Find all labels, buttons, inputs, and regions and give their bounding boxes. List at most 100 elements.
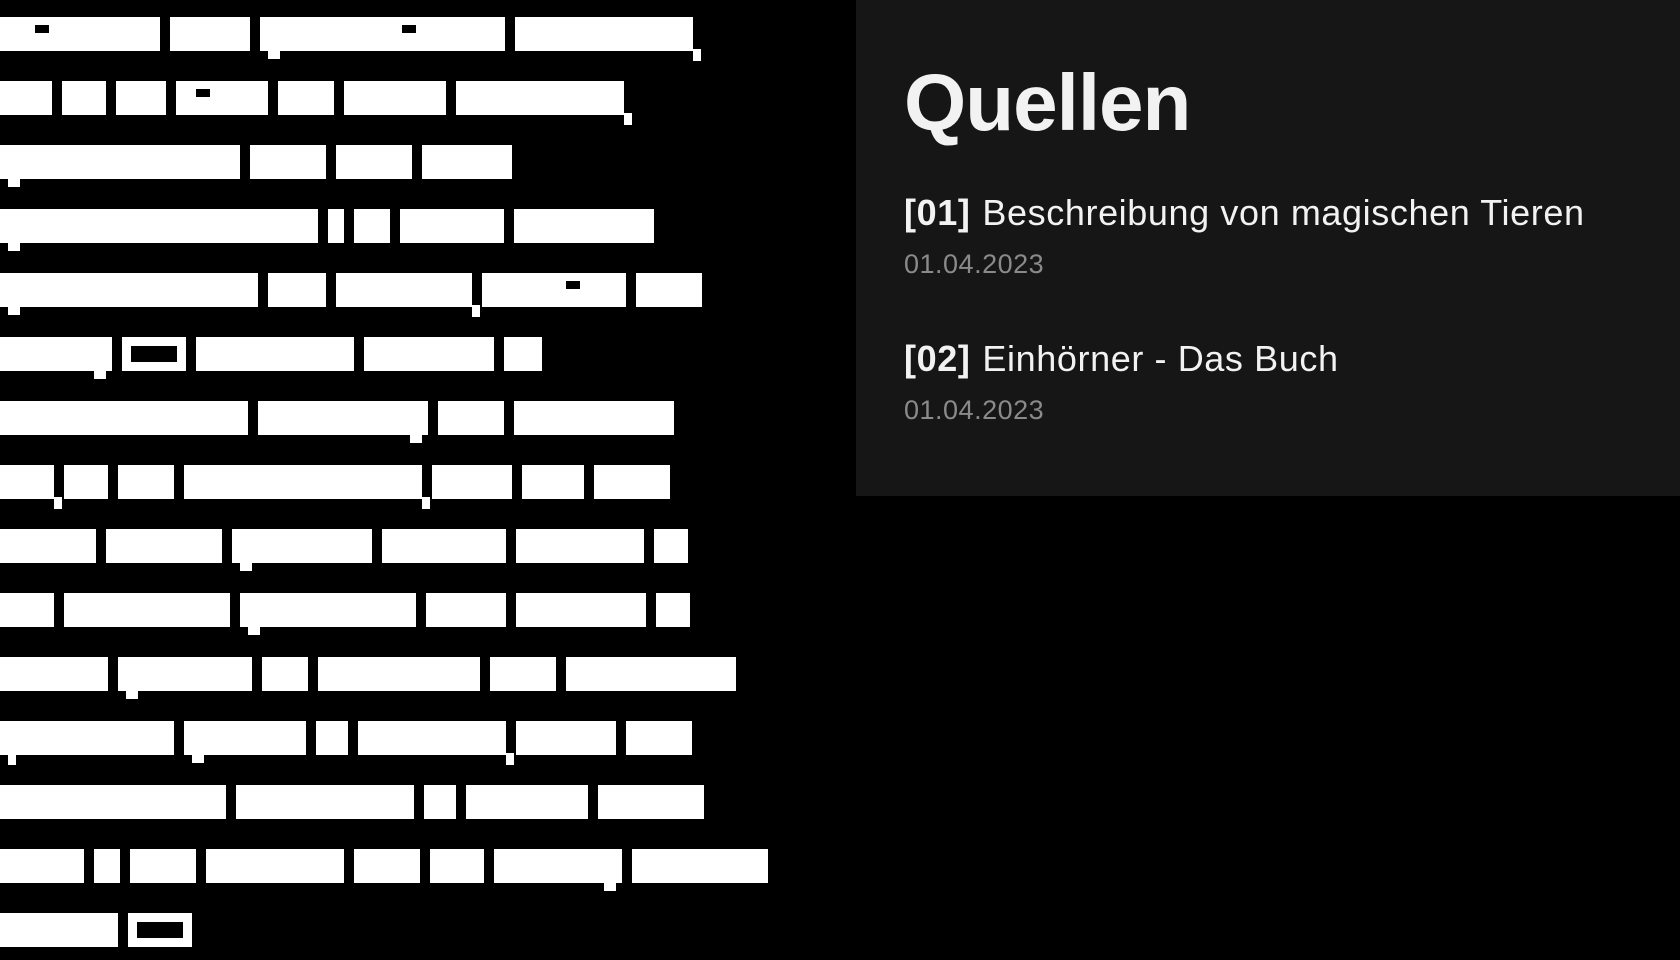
redacted-word <box>0 785 226 819</box>
redacted-word <box>0 529 96 563</box>
citation-marker-redacted <box>128 913 192 947</box>
source-title-line: [01] Beschreibung von magischen Tieren <box>904 191 1644 235</box>
redacted-word <box>170 17 250 51</box>
redacted-word <box>482 273 626 307</box>
redacted-word <box>0 401 248 435</box>
redacted-word <box>358 721 514 765</box>
redacted-word <box>0 81 52 115</box>
redacted-word <box>260 17 505 59</box>
redacted-word <box>382 529 506 563</box>
redacted-word <box>354 209 390 243</box>
redacted-word <box>0 273 258 315</box>
redacted-word <box>206 849 344 883</box>
source-index: [02] <box>904 338 971 379</box>
redacted-word <box>184 465 430 509</box>
redacted-word <box>0 465 62 509</box>
redacted-word <box>318 657 480 691</box>
redacted-word <box>424 785 456 819</box>
article-body-redacted <box>0 0 820 960</box>
redacted-word <box>130 849 196 883</box>
redacted-word <box>354 849 420 883</box>
redacted-word <box>184 721 306 763</box>
redacted-text-line <box>0 450 670 514</box>
redacted-word <box>426 593 506 627</box>
redacted-word <box>432 465 512 499</box>
redacted-word <box>364 337 494 371</box>
page: Quellen [01] Beschreibung von magischen T… <box>0 0 1680 960</box>
redacted-word <box>494 849 622 891</box>
redacted-word <box>656 593 690 627</box>
redacted-word <box>522 465 584 499</box>
redacted-word <box>240 593 416 635</box>
redacted-word <box>515 17 701 61</box>
redacted-text-line <box>0 642 736 706</box>
redacted-word <box>344 81 446 115</box>
redacted-text-line <box>0 834 768 898</box>
redacted-word <box>94 849 120 883</box>
redacted-text-line <box>0 66 632 130</box>
redacted-word <box>0 337 112 379</box>
redacted-word <box>422 145 512 179</box>
redacted-word <box>632 849 768 883</box>
redacted-word <box>336 273 480 317</box>
redacted-word <box>516 593 646 627</box>
source-date: 01.04.2023 <box>904 249 1045 279</box>
redacted-word <box>626 721 692 755</box>
source-title[interactable]: Einhörner - Das Buch <box>982 338 1338 379</box>
citation-marker-redacted <box>122 337 186 371</box>
redacted-word <box>456 81 632 125</box>
source-item-01[interactable]: [01] Beschreibung von magischen Tieren 01… <box>904 191 1644 281</box>
redacted-word <box>258 401 428 443</box>
redacted-word <box>62 81 106 115</box>
redacted-word <box>250 145 326 179</box>
redacted-word <box>566 657 736 691</box>
redacted-word <box>278 81 334 115</box>
redacted-word <box>336 145 412 179</box>
redacted-word <box>516 721 616 755</box>
redacted-word <box>516 529 644 563</box>
redacted-text-line <box>0 386 674 450</box>
redacted-word <box>438 401 504 435</box>
source-item-02[interactable]: [02] Einhörner - Das Buch 01.04.2023 <box>904 337 1644 427</box>
redacted-word <box>106 529 222 563</box>
redacted-word <box>400 209 504 243</box>
redacted-word <box>430 849 484 883</box>
redacted-text-line <box>0 770 704 834</box>
redacted-word <box>0 849 84 883</box>
redacted-text-line <box>0 898 192 960</box>
redacted-word <box>654 529 688 563</box>
source-title[interactable]: Beschreibung von magischen Tieren <box>982 192 1584 233</box>
redacted-text-line <box>0 258 702 322</box>
redacted-word <box>594 465 670 499</box>
redacted-word <box>0 145 240 187</box>
redacted-word <box>0 17 160 51</box>
sources-panel: Quellen [01] Beschreibung von magischen T… <box>856 0 1680 496</box>
redacted-word <box>504 337 542 371</box>
redacted-word <box>514 209 654 243</box>
redacted-word <box>514 401 674 435</box>
redacted-word <box>0 913 118 947</box>
redacted-text-line <box>0 706 692 770</box>
redacted-word <box>0 721 174 765</box>
redacted-word <box>116 81 166 115</box>
redacted-text-line <box>0 194 654 258</box>
redacted-word <box>64 465 108 499</box>
source-date: 01.04.2023 <box>904 395 1045 425</box>
redacted-word <box>328 209 344 243</box>
redacted-text-line <box>0 2 701 66</box>
redacted-word <box>0 209 318 251</box>
redacted-text-line <box>0 130 512 194</box>
redacted-word <box>636 273 702 307</box>
redacted-word <box>316 721 348 755</box>
redacted-word <box>196 337 354 371</box>
redacted-word <box>176 81 268 115</box>
redacted-word <box>466 785 588 819</box>
redacted-text-line <box>0 514 688 578</box>
redacted-word <box>64 593 230 627</box>
redacted-text-line <box>0 322 542 386</box>
redacted-word <box>490 657 556 691</box>
redacted-word <box>118 657 252 699</box>
redacted-word <box>268 273 326 307</box>
redacted-word <box>118 465 174 499</box>
redacted-text-line <box>0 578 690 642</box>
